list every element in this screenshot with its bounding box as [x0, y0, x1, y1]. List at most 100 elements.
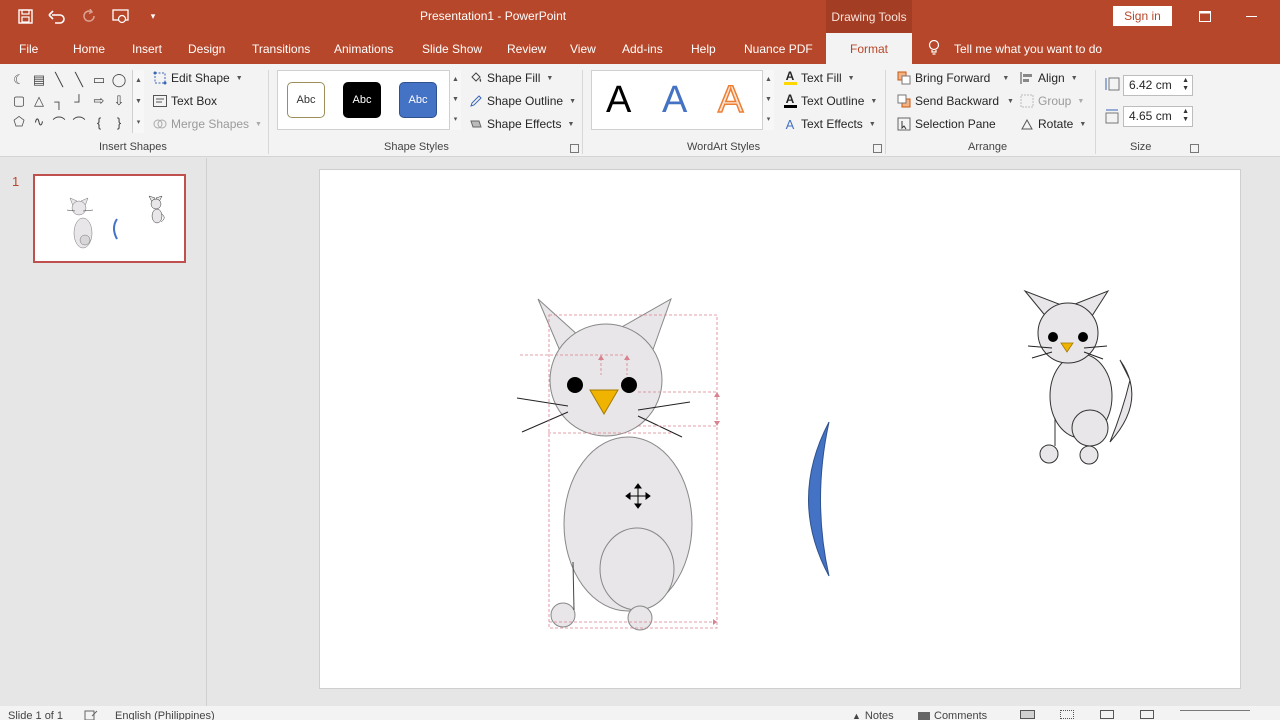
textbox-shape-icon[interactable]: ▤ [30, 71, 48, 89]
more-icon[interactable]: ▾ [763, 110, 774, 130]
triangle-shape-icon[interactable]: △ [30, 92, 48, 110]
right-brace-shape-icon[interactable]: } [110, 113, 128, 131]
right-arrow-shape-icon[interactable]: ⇨ [90, 92, 108, 110]
scroll-down-icon[interactable]: ▼ [133, 91, 144, 112]
cat-drawing[interactable] [1023, 289, 1133, 465]
notes-icon: ▲ [852, 711, 861, 720]
scroll-down-icon[interactable]: ▼ [763, 90, 774, 110]
shape-style-swatch[interactable]: Abc [343, 82, 381, 118]
shape-fill-button[interactable]: Shape Fill ▼ [469, 71, 553, 85]
start-from-beginning-icon[interactable] [106, 3, 136, 31]
slide-thumbnail[interactable] [33, 174, 186, 263]
elbow-arrow-shape-icon[interactable]: ┘ [70, 92, 88, 110]
minimize-icon[interactable] [1228, 0, 1274, 33]
dialog-launcher-icon[interactable] [570, 144, 579, 153]
wordart-style-black[interactable]: A [606, 79, 631, 122]
notes-button[interactable]: ▲ Notes [852, 710, 894, 720]
align-button[interactable]: Align ▼ [1020, 71, 1078, 85]
merge-shapes-label: Merge Shapes [171, 117, 250, 131]
undo-icon[interactable] [42, 3, 72, 31]
down-arrow-shape-icon[interactable]: ⇩ [110, 92, 128, 110]
slide-sorter-view-icon[interactable] [1060, 710, 1074, 719]
tab-nuance-pdf[interactable]: Nuance PDF [744, 33, 813, 64]
tab-file[interactable]: File [19, 33, 38, 64]
wordart-style-blue[interactable]: A [662, 79, 687, 122]
zoom-slider[interactable] [1180, 710, 1250, 711]
shape-styles-gallery[interactable]: Abc Abc Abc [277, 70, 451, 130]
accessibility-icon[interactable] [84, 710, 98, 720]
normal-view-icon[interactable] [1020, 710, 1035, 719]
tell-me-search[interactable]: Tell me what you want to do [928, 33, 1102, 64]
tab-slide-show[interactable]: Slide Show [422, 33, 482, 64]
height-spinner[interactable]: ▲ ▼ [1182, 77, 1189, 93]
reading-view-icon[interactable] [1100, 710, 1114, 719]
dialog-launcher-icon[interactable] [1190, 144, 1199, 153]
scroll-up-icon[interactable]: ▲ [763, 70, 774, 90]
moon-shape-icon[interactable]: ☾ [10, 71, 28, 89]
wordart-style-orange[interactable]: A [717, 78, 744, 122]
slide-show-view-icon[interactable] [1140, 710, 1154, 719]
shape-width-field[interactable]: 4.65 cm ▲ ▼ [1123, 106, 1193, 127]
shape-outline-button[interactable]: Shape Outline ▼ [469, 94, 576, 108]
tab-transitions[interactable]: Transitions [252, 33, 310, 64]
sign-in-button[interactable]: Sign in [1113, 6, 1172, 26]
shape-effects-button[interactable]: Shape Effects ▼ [469, 117, 574, 131]
save-icon[interactable] [10, 3, 40, 31]
width-spinner[interactable]: ▲ ▼ [1182, 108, 1189, 124]
freeform-shape-icon[interactable]: ⬠ [10, 113, 28, 131]
wordart-styles-group-label: WordArt Styles [687, 141, 761, 153]
wordart-styles-scroll[interactable]: ▲ ▼ ▾ [762, 70, 774, 130]
text-fill-button[interactable]: A Text Fill ▼ [783, 70, 855, 85]
rectangle-shape-icon[interactable]: ▭ [90, 71, 108, 89]
slide-canvas[interactable] [319, 169, 1241, 689]
text-box-button[interactable]: Text Box [153, 94, 217, 108]
chevron-down-icon: ▼ [255, 120, 262, 128]
arc-shape-icon[interactable]: ⌒ [50, 113, 68, 131]
dialog-launcher-icon[interactable] [873, 144, 882, 153]
tab-help[interactable]: Help [691, 33, 716, 64]
blue-moon-shape[interactable] [808, 421, 830, 577]
edit-shape-button[interactable]: Edit Shape ▼ [153, 71, 243, 85]
tab-design[interactable]: Design [188, 33, 225, 64]
scroll-up-icon[interactable]: ▲ [133, 70, 144, 91]
shape-styles-scroll[interactable]: ▲ ▼ ▾ [449, 70, 461, 130]
more-icon[interactable]: ▾ [450, 110, 461, 130]
comments-button[interactable]: Comments [918, 710, 987, 720]
tab-insert[interactable]: Insert [132, 33, 162, 64]
elbow-connector-shape-icon[interactable]: ┐ [50, 92, 68, 110]
group-divider [1095, 70, 1096, 154]
rounded-rectangle-shape-icon[interactable]: ▢ [10, 92, 28, 110]
tab-add-ins[interactable]: Add-ins [622, 33, 663, 64]
curve-shape-icon[interactable]: ⌒ [70, 113, 88, 131]
oval-shape-icon[interactable]: ◯ [110, 71, 128, 89]
tab-format[interactable]: Format [826, 33, 912, 64]
send-backward-button[interactable]: Send Backward ▼ [897, 94, 1014, 108]
cat-drawing-selected[interactable] [516, 297, 720, 631]
scroll-up-icon[interactable]: ▲ [450, 70, 461, 90]
text-outline-button[interactable]: A Text Outline ▼ [783, 93, 877, 108]
tab-home[interactable]: Home [73, 33, 105, 64]
more-icon[interactable]: ▾ [133, 112, 144, 133]
selection-pane-button[interactable]: Selection Pane [897, 117, 996, 131]
scroll-down-icon[interactable]: ▼ [450, 90, 461, 110]
rotate-label: Rotate [1038, 117, 1074, 131]
shape-style-swatch[interactable]: Abc [399, 82, 437, 118]
bring-forward-button[interactable]: Bring Forward ▼ [897, 71, 1009, 85]
restore-icon[interactable] [1182, 0, 1228, 33]
tab-review[interactable]: Review [507, 33, 546, 64]
language-label[interactable]: English (Philippines) [115, 710, 215, 720]
scribble-shape-icon[interactable]: ∿ [30, 113, 48, 131]
line-shape-icon[interactable]: ╲ [50, 71, 68, 89]
line-shape-icon[interactable]: ╲ [70, 71, 88, 89]
tab-view[interactable]: View [570, 33, 596, 64]
shape-style-swatch[interactable]: Abc [287, 82, 325, 118]
left-brace-shape-icon[interactable]: { [90, 113, 108, 131]
customize-qat-icon[interactable]: ▾ [138, 3, 168, 31]
shapes-gallery[interactable]: ☾ ▤ ╲ ╲ ▭ ◯ ▢ △ ┐ ┘ ⇨ ⇩ ⬠ ∿ ⌒ ⌒ { } [8, 70, 146, 134]
shape-height-field[interactable]: 6.42 cm ▲ ▼ [1123, 75, 1193, 96]
text-effects-button[interactable]: A Text Effects ▼ [783, 117, 876, 132]
tab-animations[interactable]: Animations [334, 33, 393, 64]
shapes-gallery-scroll[interactable]: ▲ ▼ ▾ [132, 70, 144, 133]
wordart-styles-gallery[interactable]: A A A [591, 70, 764, 130]
rotate-button[interactable]: Rotate ▼ [1020, 117, 1086, 131]
